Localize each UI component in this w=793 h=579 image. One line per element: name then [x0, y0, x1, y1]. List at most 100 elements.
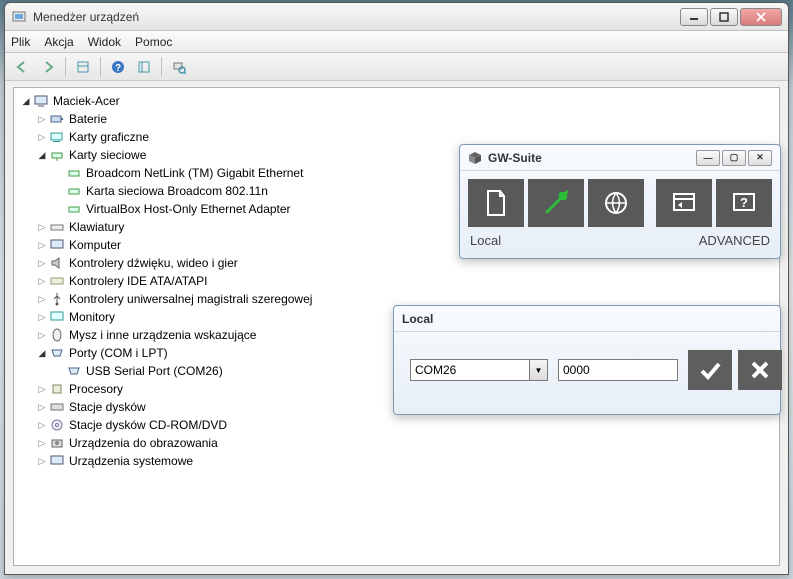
gw-local-label: Local	[470, 233, 501, 248]
monitor-icon	[49, 309, 65, 325]
node-label: Karty graficzne	[69, 130, 149, 144]
node-label: Urządzenia do obrazowania	[69, 436, 218, 450]
expand-icon[interactable]: ▷	[36, 293, 48, 305]
tree-node-batteries[interactable]: ▷ Baterie	[14, 110, 779, 128]
expand-icon[interactable]: ▷	[36, 221, 48, 233]
expand-icon[interactable]: ◢	[20, 95, 32, 107]
forward-button[interactable]	[37, 56, 59, 78]
expand-icon[interactable]: ▷	[36, 455, 48, 467]
system-icon	[49, 453, 65, 469]
menu-file[interactable]: Plik	[11, 35, 30, 49]
disk-icon	[49, 399, 65, 415]
gw-maximize-button[interactable]: ▢	[722, 150, 746, 166]
tree-node-system[interactable]: ▷ Urządzenia systemowe	[14, 452, 779, 470]
titlebar: Menedżer urządzeń	[5, 3, 788, 31]
expand-icon[interactable]: ▷	[36, 437, 48, 449]
cpu-icon	[49, 381, 65, 397]
node-label: Karty sieciowe	[69, 148, 146, 162]
node-label: Broadcom NetLink (TM) Gigabit Ethernet	[86, 166, 303, 180]
node-label: Kontrolery uniwersalnej magistrali szere…	[69, 292, 312, 306]
expand-icon[interactable]: ▷	[36, 239, 48, 251]
properties-button[interactable]	[133, 56, 155, 78]
gw-title: GW-Suite	[488, 151, 542, 165]
node-label: Procesory	[69, 382, 123, 396]
cube-icon	[468, 151, 482, 165]
node-label: Komputer	[69, 238, 121, 252]
expand-icon[interactable]: ▷	[36, 275, 48, 287]
expand-icon[interactable]: ▷	[36, 401, 48, 413]
maximize-button[interactable]	[710, 8, 738, 26]
menu-action[interactable]: Akcja	[44, 35, 73, 49]
cancel-button[interactable]	[738, 350, 782, 390]
com-port-combo[interactable]: ▼	[410, 359, 548, 381]
gw-window-button[interactable]	[656, 179, 712, 227]
ide-icon	[49, 273, 65, 289]
expand-icon[interactable]: ▷	[36, 113, 48, 125]
gw-minimize-button[interactable]: —	[696, 150, 720, 166]
menu-help[interactable]: Pomoc	[135, 35, 172, 49]
menu-view[interactable]: Widok	[88, 35, 121, 49]
network-adapter-icon	[66, 165, 82, 181]
dropdown-icon[interactable]: ▼	[530, 359, 548, 381]
display-adapter-icon	[49, 129, 65, 145]
gw-globe-button[interactable]	[588, 179, 644, 227]
node-label: Porty (COM i LPT)	[69, 346, 168, 360]
device-manager-window: Menedżer urządzeń Plik Akcja Widok Pomoc…	[4, 2, 789, 575]
node-label: VirtualBox Host-Only Ethernet Adapter	[86, 202, 291, 216]
node-label: Maciek-Acer	[53, 94, 120, 108]
battery-icon	[49, 111, 65, 127]
svg-text:?: ?	[740, 195, 748, 210]
network-adapter-icon	[66, 183, 82, 199]
cdrom-icon	[49, 417, 65, 433]
node-label: Kontrolery IDE ATA/ATAPI	[69, 274, 208, 288]
app-icon	[11, 9, 27, 25]
tree-node-cdrom[interactable]: ▷ Stacje dysków CD-ROM/DVD	[14, 416, 779, 434]
help-button[interactable]: ?	[107, 56, 129, 78]
node-label: Monitory	[69, 310, 115, 324]
com-port-input[interactable]	[410, 359, 530, 381]
sound-icon	[49, 255, 65, 271]
node-label: Karta sieciowa Broadcom 802.11n	[86, 184, 268, 198]
node-label: Mysz i inne urządzenia wskazujące	[69, 328, 256, 342]
local-titlebar: Local	[394, 306, 780, 332]
keyboard-icon	[49, 219, 65, 235]
gw-connect-button[interactable]	[528, 179, 584, 227]
expand-icon[interactable]: ▷	[36, 257, 48, 269]
expand-icon[interactable]: ▷	[36, 329, 48, 341]
tree-node-imaging[interactable]: ▷ Urządzenia do obrazowania	[14, 434, 779, 452]
imaging-icon	[49, 435, 65, 451]
expand-icon[interactable]: ◢	[36, 347, 48, 359]
network-icon	[49, 147, 65, 163]
svg-text:?: ?	[115, 63, 121, 74]
scan-button[interactable]	[168, 56, 190, 78]
expand-icon[interactable]: ◢	[36, 149, 48, 161]
expand-icon[interactable]: ▷	[36, 131, 48, 143]
computer-icon	[33, 93, 49, 109]
expand-icon[interactable]: ▷	[36, 383, 48, 395]
gw-advanced-label: ADVANCED	[699, 233, 770, 248]
gw-close-button[interactable]: ✕	[748, 150, 772, 166]
tree-root[interactable]: ◢ Maciek-Acer	[14, 92, 779, 110]
minimize-button[interactable]	[680, 8, 708, 26]
gw-titlebar: GW-Suite — ▢ ✕	[460, 145, 780, 171]
value-input[interactable]	[558, 359, 678, 381]
close-button[interactable]	[740, 8, 782, 26]
node-label: Klawiatury	[69, 220, 124, 234]
tree-node-ide[interactable]: ▷ Kontrolery IDE ATA/ATAPI	[14, 272, 779, 290]
node-label: Stacje dysków CD-ROM/DVD	[69, 418, 227, 432]
gw-suite-panel: GW-Suite — ▢ ✕ ? Local ADVANCED	[459, 144, 781, 259]
local-title: Local	[402, 312, 433, 326]
node-label: Stacje dysków	[69, 400, 146, 414]
node-label: USB Serial Port (COM26)	[86, 364, 223, 378]
confirm-button[interactable]	[688, 350, 732, 390]
node-label: Baterie	[69, 112, 107, 126]
gw-help-button[interactable]: ?	[716, 179, 772, 227]
node-label: Urządzenia systemowe	[69, 454, 193, 468]
back-button[interactable]	[11, 56, 33, 78]
show-hide-button[interactable]	[72, 56, 94, 78]
network-adapter-icon	[66, 201, 82, 217]
gw-file-button[interactable]	[468, 179, 524, 227]
expand-icon[interactable]: ▷	[36, 311, 48, 323]
serial-port-icon	[66, 363, 82, 379]
expand-icon[interactable]: ▷	[36, 419, 48, 431]
